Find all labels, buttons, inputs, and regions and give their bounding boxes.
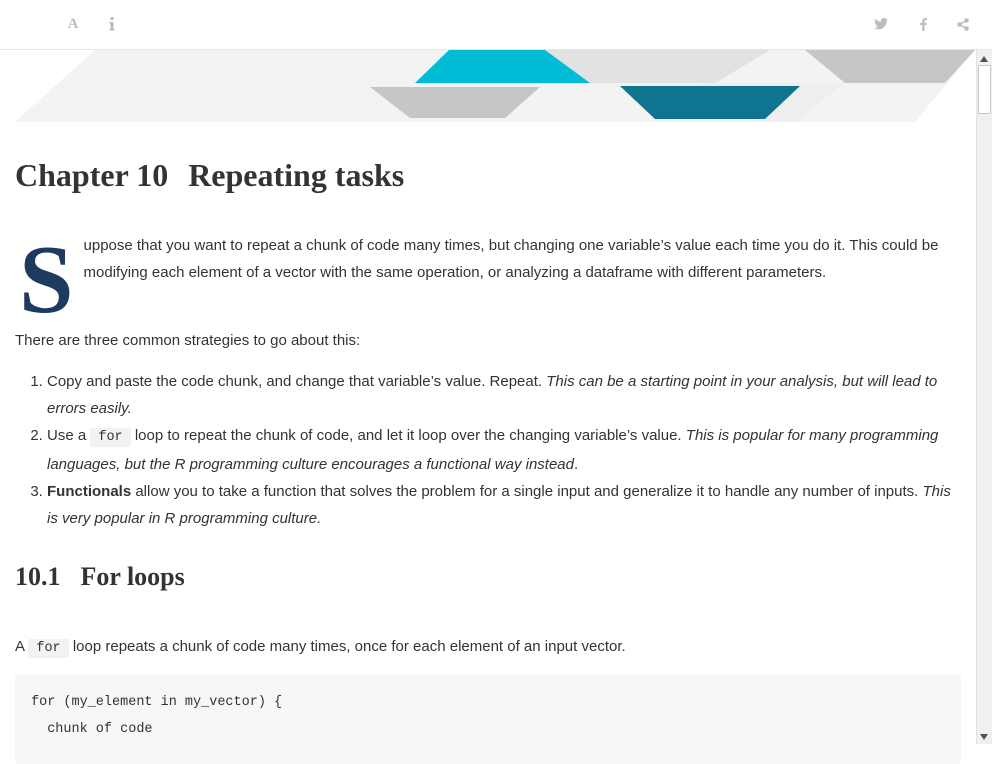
inline-code: for <box>28 639 69 658</box>
info-icon[interactable] <box>100 12 124 36</box>
list-item-text: . <box>574 456 579 473</box>
scrollbar-thumb[interactable] <box>978 65 991 114</box>
chapter-name: Repeating tasks <box>188 157 405 193</box>
font-settings-icon[interactable]: A <box>61 12 85 36</box>
list-item-text: loop to repeat the chunk of code, and le… <box>130 427 686 444</box>
section-title: 10.1 For loops <box>15 562 185 592</box>
paragraph-text: loop repeats a chunk of code many times,… <box>68 638 626 655</box>
list-item-text: allow you to take a function that solves… <box>131 483 923 500</box>
share-icon[interactable] <box>951 12 975 36</box>
section-name: For loops <box>80 562 185 591</box>
twitter-icon[interactable] <box>869 12 893 36</box>
strategies-list: Copy and paste the code chunk, and chang… <box>15 368 961 532</box>
vertical-scrollbar[interactable] <box>976 50 992 744</box>
paragraph-text: A <box>15 638 29 655</box>
intro-paragraph: Suppose that you want to repeat a chunk … <box>15 226 961 334</box>
chapter-number: Chapter 10 <box>15 157 169 193</box>
inline-code: for <box>90 428 131 447</box>
chapter-banner-image <box>15 50 976 122</box>
intro-text: uppose that you want to repeat a chunk o… <box>83 237 939 281</box>
chapter-title: Chapter 10 Repeating tasks <box>15 157 404 194</box>
list-item: Use a for loop to repeat the chunk of co… <box>47 422 961 478</box>
list-item-text: Copy and paste the code chunk, and chang… <box>47 373 547 390</box>
book-toolbar: A <box>0 0 992 50</box>
list-item-strong: Functionals <box>47 483 132 500</box>
for-loop-paragraph: A for loop repeats a chunk of code many … <box>15 633 961 662</box>
list-item: Copy and paste the code chunk, and chang… <box>47 368 961 422</box>
code-line: chunk of code <box>31 722 153 737</box>
list-item-text: Use a <box>47 427 91 444</box>
list-item: Functionals allow you to take a function… <box>47 478 961 532</box>
strategies-intro: There are three common strategies to go … <box>15 332 361 349</box>
scroll-down-arrow-icon[interactable] <box>980 734 988 740</box>
section-number: 10.1 <box>15 562 61 591</box>
drop-cap: S <box>19 226 74 334</box>
code-block[interactable]: for (my_element in my_vector) { chunk of… <box>15 674 961 764</box>
facebook-icon[interactable] <box>911 12 935 36</box>
code-line: for (my_element in my_vector) { <box>31 695 283 710</box>
scroll-up-arrow-icon[interactable] <box>980 56 988 62</box>
